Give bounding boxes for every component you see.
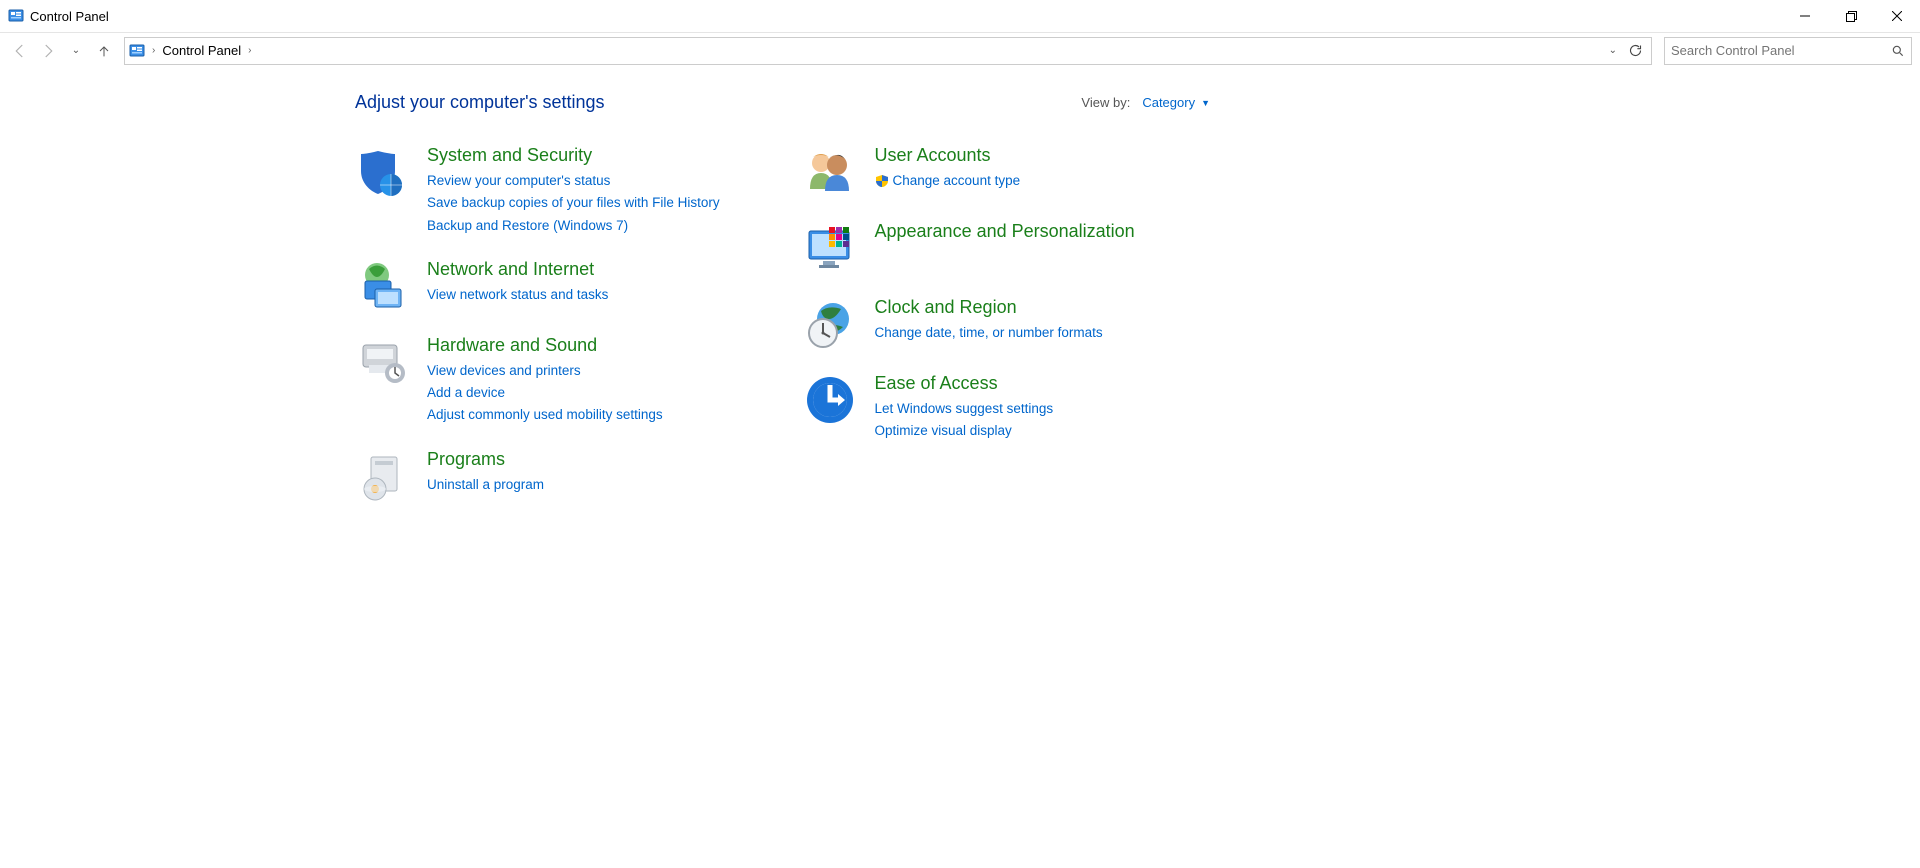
task-link[interactable]: View network status and tasks (427, 284, 608, 306)
user-accounts-icon[interactable] (803, 145, 857, 199)
task-link[interactable]: Change account type (875, 170, 1021, 192)
uac-shield-icon (875, 174, 889, 188)
network-internet-icon[interactable] (355, 259, 409, 313)
task-link[interactable]: Backup and Restore (Windows 7) (427, 215, 720, 237)
close-button[interactable] (1874, 0, 1920, 32)
category-link-system-security[interactable]: System and Security (427, 145, 720, 166)
window-title: Control Panel (30, 9, 109, 24)
category-link-clock-region[interactable]: Clock and Region (875, 297, 1103, 318)
recent-locations-button[interactable]: ⌄ (64, 39, 88, 63)
system-security-icon[interactable] (355, 145, 409, 199)
task-link[interactable]: Let Windows suggest settings (875, 398, 1054, 420)
chevron-right-icon[interactable]: › (245, 45, 254, 56)
toolbar: ⌄ › Control Panel › ⌄ (0, 32, 1920, 68)
task-link[interactable]: Save backup copies of your files with Fi… (427, 192, 720, 214)
task-link[interactable]: View devices and printers (427, 360, 663, 382)
category-appearance-personalization: Appearance and Personalization (803, 221, 1211, 275)
category-clock-region: Clock and Region Change date, time, or n… (803, 297, 1211, 351)
category-link-user-accounts[interactable]: User Accounts (875, 145, 1021, 166)
up-button[interactable] (92, 39, 116, 63)
view-by-value-text: Category (1142, 95, 1195, 110)
task-link[interactable]: Add a device (427, 382, 663, 404)
category-link-programs[interactable]: Programs (427, 449, 544, 470)
category-link-hardware-sound[interactable]: Hardware and Sound (427, 335, 663, 356)
task-link-text: Change account type (893, 170, 1021, 192)
view-by-dropdown[interactable]: Category ▼ (1142, 95, 1210, 110)
back-button[interactable] (8, 39, 32, 63)
category-system-security: System and Security Review your computer… (355, 145, 763, 237)
category-hardware-sound: Hardware and Sound View devices and prin… (355, 335, 763, 427)
forward-button[interactable] (36, 39, 60, 63)
titlebar: Control Panel (0, 0, 1920, 32)
ease-of-access-icon[interactable] (803, 373, 857, 427)
breadcrumb-control-panel[interactable]: Control Panel (162, 43, 241, 58)
refresh-button[interactable] (1623, 39, 1647, 63)
categories-right-column: User Accounts Change account type (803, 145, 1211, 525)
maximize-button[interactable] (1828, 0, 1874, 32)
view-by-control: View by: Category ▼ (1081, 95, 1210, 110)
categories-left-column: System and Security Review your computer… (355, 145, 763, 525)
chevron-down-icon: ▼ (1201, 98, 1210, 108)
category-programs: Programs Uninstall a program (355, 449, 763, 503)
window-controls (1782, 0, 1920, 32)
category-network-internet: Network and Internet View network status… (355, 259, 763, 313)
programs-icon[interactable] (355, 449, 409, 503)
control-panel-icon (8, 8, 24, 24)
search-input[interactable] (1671, 43, 1891, 58)
minimize-button[interactable] (1782, 0, 1828, 32)
view-by-label: View by: (1081, 95, 1130, 110)
clock-region-icon[interactable] (803, 297, 857, 351)
hardware-sound-icon[interactable] (355, 335, 409, 389)
task-link[interactable]: Review your computer's status (427, 170, 720, 192)
address-bar[interactable]: › Control Panel › ⌄ (124, 37, 1652, 65)
appearance-personalization-icon[interactable] (803, 221, 857, 275)
task-link[interactable]: Optimize visual display (875, 420, 1054, 442)
address-dropdown-button[interactable]: ⌄ (1605, 43, 1621, 58)
task-link[interactable]: Change date, time, or number formats (875, 322, 1103, 344)
page-title: Adjust your computer's settings (355, 92, 605, 113)
search-box[interactable] (1664, 37, 1912, 65)
content-area: Adjust your computer's settings View by:… (0, 68, 1250, 565)
search-icon[interactable] (1891, 44, 1905, 58)
category-user-accounts: User Accounts Change account type (803, 145, 1211, 199)
address-icon (129, 43, 145, 59)
content-header: Adjust your computer's settings View by:… (355, 92, 1210, 113)
task-link[interactable]: Adjust commonly used mobility settings (427, 404, 663, 426)
category-link-appearance-personalization[interactable]: Appearance and Personalization (875, 221, 1135, 242)
category-ease-of-access: Ease of Access Let Windows suggest setti… (803, 373, 1211, 443)
chevron-right-icon[interactable]: › (149, 45, 158, 56)
category-link-ease-of-access[interactable]: Ease of Access (875, 373, 1054, 394)
category-link-network-internet[interactable]: Network and Internet (427, 259, 608, 280)
task-link[interactable]: Uninstall a program (427, 474, 544, 496)
